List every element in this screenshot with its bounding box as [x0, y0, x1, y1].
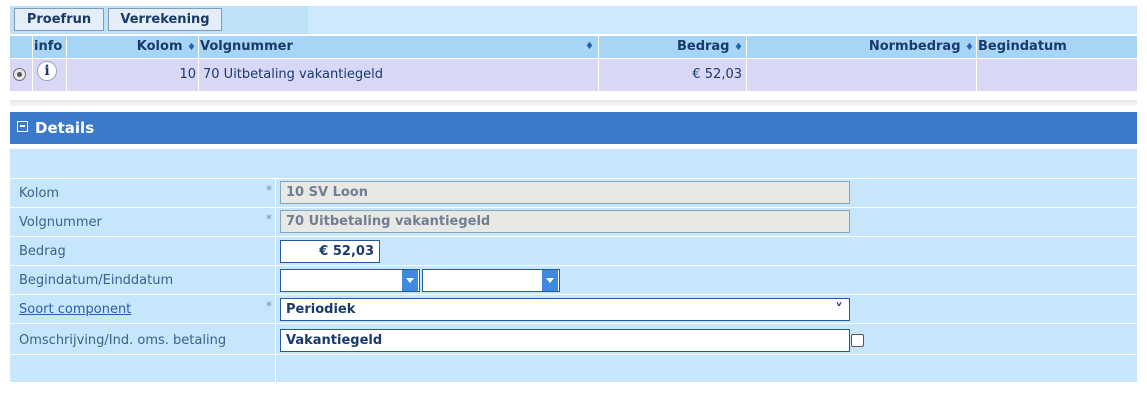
column-divider [32, 59, 33, 91]
column-divider [976, 59, 977, 91]
bedrag-input[interactable]: € 52,03 [280, 240, 380, 263]
column-header-begindatum[interactable]: Begindatum [978, 36, 1067, 58]
sort-icon: ♦ [187, 42, 196, 53]
omschrijving-input[interactable]: Vakantiegeld [280, 329, 850, 352]
column-divider [746, 36, 747, 58]
required-marker: * [266, 183, 272, 197]
kolom-field: 10 SV Loon [280, 181, 850, 204]
datum-label: Begindatum/Einddatum [19, 273, 174, 288]
bedrag-label: Bedrag [19, 244, 66, 259]
details-header[interactable] [10, 112, 1137, 144]
column-divider [598, 59, 599, 91]
sort-icon: ♦ [965, 42, 974, 53]
proefrun-button[interactable]: Proefrun [14, 8, 104, 31]
cell-normbedrag [748, 59, 974, 91]
begindatum-dropdown-icon[interactable] [402, 270, 418, 291]
column-header-label: Volgnummer [200, 39, 293, 54]
column-divider [275, 178, 276, 382]
column-header-normbedrag[interactable]: Normbedrag ♦ [748, 36, 974, 58]
einddatum-input[interactable] [422, 269, 560, 292]
row-divider [10, 294, 1137, 295]
verrekening-button[interactable]: Verrekening [108, 8, 222, 31]
soort-component-value: Periodiek [286, 302, 356, 317]
row-divider [10, 236, 1137, 237]
sort-icon: ♦ [734, 42, 743, 53]
begindatum-input[interactable] [280, 269, 420, 292]
row-select-radio[interactable] [13, 68, 26, 81]
row-divider [10, 265, 1137, 266]
details-title: Details [35, 119, 95, 137]
soort-component-select[interactable]: Periodiek ˅ [280, 298, 850, 321]
collapse-icon[interactable] [17, 121, 28, 132]
required-marker: * [266, 299, 272, 313]
divider [10, 100, 1137, 106]
row-divider [10, 178, 1137, 179]
cell-kolom: 10 [179, 67, 196, 82]
column-divider [198, 59, 199, 91]
required-marker: * [266, 212, 272, 226]
row-divider [10, 207, 1137, 208]
cell-volgnummer: 70 Uitbetaling vakantiegeld [203, 67, 384, 82]
row-divider [10, 323, 1137, 324]
column-header-kolom[interactable]: Kolom ♦ [68, 36, 196, 58]
soort-component-link[interactable]: Soort component [19, 302, 131, 317]
kolom-label: Kolom [19, 186, 60, 201]
soort-component-label[interactable]: Soort component [19, 295, 131, 324]
ind-oms-betaling-checkbox[interactable] [851, 334, 864, 347]
einddatum-dropdown-icon[interactable] [542, 270, 558, 291]
column-header-bedrag[interactable]: Bedrag ♦ [600, 36, 743, 58]
column-divider [746, 59, 747, 91]
column-divider [66, 36, 67, 58]
omschrijving-label: Omschrijving/Ind. oms. betaling [19, 333, 227, 348]
column-header-label: Bedrag [676, 39, 730, 54]
column-header-label: Kolom [136, 39, 183, 54]
info-icon[interactable]: i [37, 61, 57, 81]
column-divider [66, 59, 67, 91]
sort-icon: ♦ [585, 41, 594, 52]
volgnummer-field: 70 Uitbetaling vakantiegeld [280, 210, 850, 233]
cell-bedrag: € 52,03 [692, 67, 742, 82]
column-header-info[interactable]: info [34, 36, 62, 58]
column-divider [198, 36, 199, 58]
volgnummer-label: Volgnummer [19, 215, 102, 230]
column-divider [976, 36, 977, 58]
column-divider [598, 36, 599, 58]
column-divider [32, 36, 33, 58]
column-header-volgnummer[interactable]: Volgnummer ♦ [200, 36, 596, 58]
column-header-label: Normbedrag [868, 39, 961, 54]
chevron-down-icon: ˅ [835, 300, 843, 319]
